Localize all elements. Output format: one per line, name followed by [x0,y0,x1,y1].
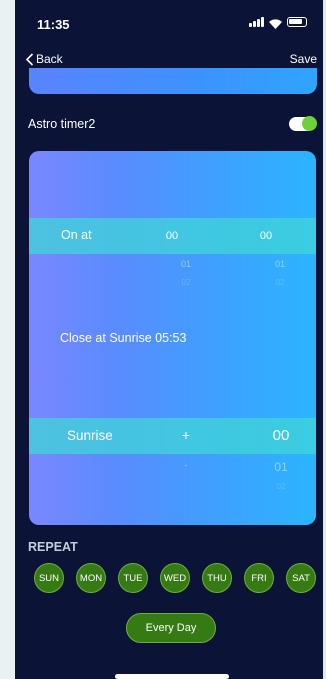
day-button-tue[interactable]: TUE [118,563,148,593]
repeat-days: SUN MON TUE WED THU FRI SAT [34,563,316,593]
save-button[interactable]: Save [290,52,317,66]
astro-timer-card: On at 00 00 01 02 01 02 Close at Sunrise… [29,151,316,525]
battery-icon [287,17,307,27]
sunrise-minute-value[interactable]: 00 [261,427,301,444]
close-at-sunrise-text: Close at Sunrise 05:53 [60,331,187,345]
status-icons [249,17,307,29]
timer-row: Astro timer2 [15,116,323,136]
signal-icon [249,17,264,27]
on-at-hour-next[interactable]: 01 [166,259,206,269]
repeat-label: REPEAT [28,540,78,554]
on-at-picker-row[interactable]: On at 00 00 [29,218,316,254]
sunrise-picker-row[interactable]: Sunrise + 00 [29,418,316,454]
timer-enabled-toggle[interactable] [289,116,317,131]
status-time: 11:35 [37,17,70,32]
on-at-hour-value[interactable]: 00 [152,230,192,242]
on-at-minute-value[interactable]: 00 [246,230,286,242]
day-button-mon[interactable]: MON [76,563,106,593]
day-button-fri[interactable]: FRI [244,563,274,593]
wifi-icon [269,17,282,29]
sunrise-minute-next[interactable]: 01 [261,460,301,474]
sunrise-minute-next2[interactable]: 02 [261,482,301,491]
back-label: Back [36,52,63,66]
status-bar: 11:35 [15,0,323,40]
on-at-minute-next[interactable]: 01 [260,259,300,269]
toggle-knob [302,116,317,131]
every-day-button[interactable]: Every Day [126,613,216,643]
on-at-hour-next2[interactable]: 02 [166,278,206,287]
timer-name: Astro timer2 [28,117,96,131]
sunrise-sign-next[interactable]: - [166,460,206,470]
day-button-sun[interactable]: SUN [34,563,64,593]
sunrise-sign-value[interactable]: + [166,427,206,443]
day-button-thu[interactable]: THU [202,563,232,593]
previous-timer-card [29,68,317,94]
on-at-label: On at [61,228,92,242]
day-button-sat[interactable]: SAT [286,563,316,593]
chevron-left-icon [25,52,34,66]
home-indicator [115,674,229,679]
on-at-minute-next2[interactable]: 02 [260,278,300,287]
sunrise-label: Sunrise [67,428,113,443]
phone-screen: 11:35 Back Save Astro timer2 On at 00 00… [15,0,323,679]
back-button[interactable]: Back [25,52,63,66]
day-button-wed[interactable]: WED [160,563,190,593]
